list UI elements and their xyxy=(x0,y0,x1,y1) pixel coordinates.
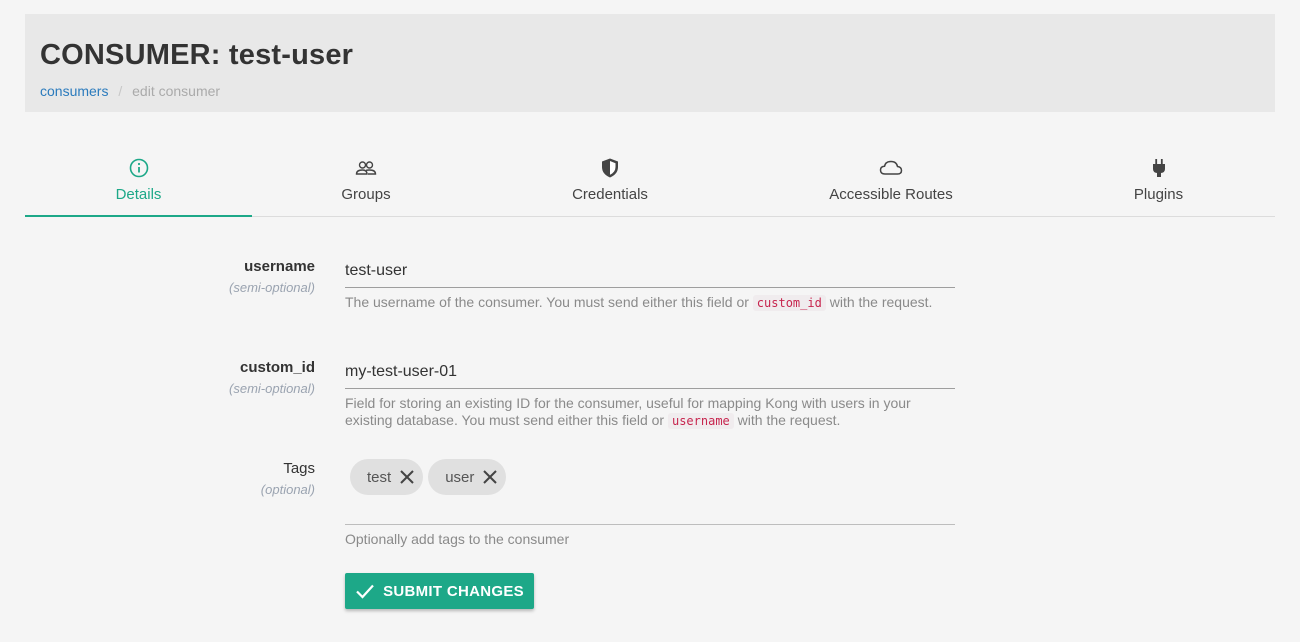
username-optional-note: (semi-optional) xyxy=(229,280,315,295)
tab-plugins-label: Plugins xyxy=(1133,186,1184,203)
tab-plugins[interactable]: Plugins xyxy=(1042,152,1275,216)
submit-changes-label: SUBMIT CHANGES xyxy=(383,582,524,600)
tab-accessible-routes-label: Accessible Routes xyxy=(829,186,953,203)
tab-credentials-label: Credentials xyxy=(572,186,648,203)
custom-id-help-code: username xyxy=(667,413,734,429)
tag-chip: user xyxy=(428,459,507,495)
close-icon[interactable] xyxy=(399,469,415,485)
tab-credentials[interactable]: Credentials xyxy=(480,152,740,216)
username-help-code: custom_id xyxy=(752,295,826,311)
breadcrumb-current: edit consumer xyxy=(132,83,221,99)
tag-chip-label: user xyxy=(445,468,475,486)
custom-id-optional-note: (semi-optional) xyxy=(229,381,315,396)
username-help-text: The username of the consumer. You must s… xyxy=(345,294,753,310)
breadcrumb-consumers-link[interactable]: consumers xyxy=(40,83,108,99)
tab-accessible-routes[interactable]: Accessible Routes xyxy=(740,152,1042,216)
tab-details-label: Details xyxy=(115,186,162,203)
cloud-icon xyxy=(740,157,1042,181)
custom-id-help-text-end: with the request. xyxy=(733,412,841,428)
tag-chip: test xyxy=(350,459,424,495)
tags-input[interactable] xyxy=(345,495,955,525)
tags-help: Optionally add tags to the consumer xyxy=(345,531,570,547)
username-input[interactable] xyxy=(345,254,955,288)
custom-id-label: custom_id xyxy=(239,359,315,376)
close-icon[interactable] xyxy=(482,469,498,485)
tags-chip-list: test user xyxy=(345,459,955,495)
page-title: CONSUMER: test-user xyxy=(40,39,354,71)
tab-groups-label: Groups xyxy=(341,186,391,203)
shield-icon xyxy=(480,157,740,181)
username-help: The username of the consumer. You must s… xyxy=(345,294,955,312)
tag-chip-label: test xyxy=(367,468,392,486)
check-icon xyxy=(356,584,374,599)
tab-groups[interactable]: Groups xyxy=(252,152,480,216)
submit-changes-button[interactable]: SUBMIT CHANGES xyxy=(345,573,534,609)
custom-id-help: Field for storing an existing ID for the… xyxy=(345,395,955,430)
tags-label: Tags xyxy=(283,460,315,477)
group-icon xyxy=(252,157,480,181)
page-header: CONSUMER: test-user consumers / edit con… xyxy=(25,14,1275,112)
tab-details[interactable]: Details xyxy=(25,152,252,217)
info-icon xyxy=(25,157,252,181)
username-help-text-end: with the request. xyxy=(825,294,933,310)
plug-icon xyxy=(1042,157,1275,181)
breadcrumb: consumers / edit consumer xyxy=(40,82,1260,100)
tags-optional-note: (optional) xyxy=(260,482,315,497)
breadcrumb-separator: / xyxy=(118,83,123,99)
tab-bar: Details Groups Credentials Accessible Ro… xyxy=(25,152,1275,217)
custom-id-input[interactable] xyxy=(345,355,955,389)
username-label: username xyxy=(244,258,315,275)
